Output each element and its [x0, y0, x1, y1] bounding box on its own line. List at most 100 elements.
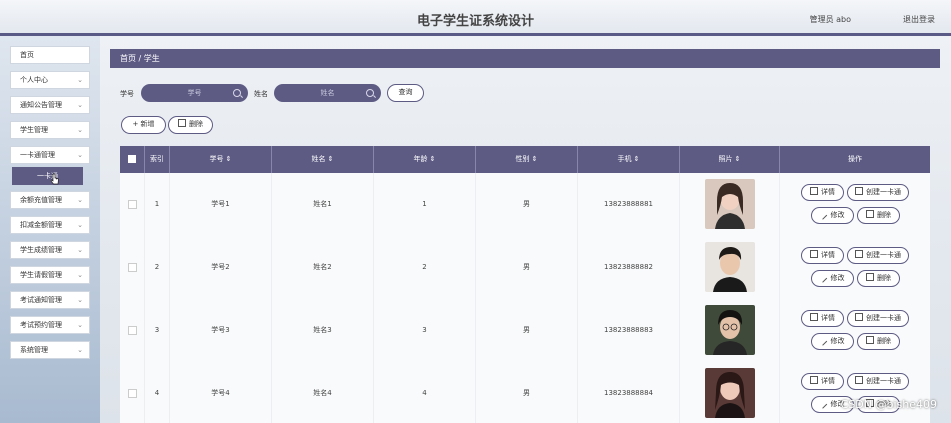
document-icon [810, 313, 818, 321]
pencil-icon [820, 402, 827, 409]
table-header: 索引 学号 ⇕ 姓名 ⇕ 年龄 ⇕ 性别 ⇕ 手机 ⇕ 照片 ⇕ 操作 [120, 146, 930, 173]
document-icon [855, 187, 863, 195]
trash-icon [866, 336, 874, 344]
row-checkbox[interactable] [128, 389, 137, 398]
trash-icon [866, 210, 874, 218]
sidebar-item-system[interactable]: 系统管理 ⌄ [10, 341, 90, 359]
document-icon [855, 376, 863, 384]
row-name: 姓名4 [272, 362, 374, 423]
col-name[interactable]: 姓名 ⇕ [272, 146, 374, 173]
col-photo[interactable]: 照片 ⇕ [680, 146, 780, 173]
student-photo [705, 242, 755, 292]
sidebar-item-recharge[interactable]: 余额充值管理 ⌄ [10, 191, 90, 209]
edit-button[interactable]: 修改 [811, 333, 854, 350]
students-table: 索引 学号 ⇕ 姓名 ⇕ 年龄 ⇕ 性别 ⇕ 手机 ⇕ 照片 ⇕ 操作 1 学号… [120, 146, 930, 423]
detail-button[interactable]: 详情 [801, 310, 844, 327]
chevron-down-icon: ⌄ [77, 101, 83, 109]
student-photo [705, 179, 755, 229]
create-card-button[interactable]: 创建一卡通 [847, 373, 909, 390]
query-button[interactable]: 查询 [387, 84, 424, 102]
row-checkbox[interactable] [128, 326, 137, 335]
logout-link[interactable]: 退出登录 [903, 14, 935, 25]
name-input[interactable]: 姓名 [274, 84, 381, 102]
sidebar-item-notice[interactable]: 通知公告管理 ⌄ [10, 96, 90, 114]
row-gender: 男 [476, 362, 578, 423]
app-title: 电子学生证系统设计 [416, 14, 534, 29]
chevron-down-icon: ⌄ [77, 346, 83, 354]
row-checkbox[interactable] [128, 263, 137, 272]
col-phone[interactable]: 手机 ⇕ [578, 146, 680, 173]
chevron-down-icon: ⌄ [77, 321, 83, 329]
delete-button[interactable]: 删除 [857, 270, 900, 287]
sidebar-item-exam-booking[interactable]: 考试预约管理 ⌄ [10, 316, 90, 334]
sidebar-item-leave[interactable]: 学生请假管理 ⌄ [10, 266, 90, 284]
document-icon [855, 250, 863, 258]
col-student-id[interactable]: 学号 ⇕ [170, 146, 272, 173]
chevron-down-icon: ⌄ [77, 151, 83, 159]
document-icon [810, 187, 818, 195]
row-phone: 13823888883 [578, 299, 680, 362]
table-row: 4 学号4 姓名4 4 男 13823888884 详情 创建一卡通 修改 删除 [120, 362, 930, 423]
trash-icon [178, 119, 186, 127]
name-label: 姓名 [254, 90, 268, 98]
sidebar-item-card[interactable]: 一卡通管理 ⌄ [10, 146, 90, 164]
row-age: 3 [374, 299, 476, 362]
row-student-id: 学号1 [170, 173, 272, 236]
student-id-input[interactable]: 学号 [141, 84, 248, 102]
chevron-down-icon: ⌄ [77, 271, 83, 279]
row-index: 4 [145, 362, 170, 423]
create-card-button[interactable]: 创建一卡通 [847, 247, 909, 264]
detail-button[interactable]: 详情 [801, 184, 844, 201]
col-index: 索引 [145, 146, 170, 173]
table-row: 3 学号3 姓名3 3 男 13823888883 详情 创建一卡通 修改 删除 [120, 299, 930, 363]
chevron-down-icon: ⌄ [77, 196, 83, 204]
document-icon [810, 376, 818, 384]
row-name: 姓名1 [272, 173, 374, 236]
sidebar-item-grades[interactable]: 学生成绩管理 ⌄ [10, 241, 90, 259]
chevron-down-icon: ⌄ [77, 246, 83, 254]
delete-button[interactable]: 删除 [857, 333, 900, 350]
delete-button[interactable]: 删除 [857, 207, 900, 224]
edit-button[interactable]: 修改 [811, 207, 854, 224]
search-icon [366, 89, 374, 97]
sidebar-item-deduct[interactable]: 扣减金额管理 ⌄ [10, 216, 90, 234]
create-card-button[interactable]: 创建一卡通 [847, 184, 909, 201]
student-id-label: 学号 [120, 90, 134, 98]
row-name: 姓名2 [272, 236, 374, 299]
chevron-down-icon: ⌄ [77, 126, 83, 134]
row-age: 1 [374, 173, 476, 236]
col-gender[interactable]: 性别 ⇕ [476, 146, 578, 173]
row-index: 3 [145, 299, 170, 362]
sidebar-item-personal[interactable]: 个人中心 ⌄ [10, 71, 90, 89]
row-gender: 男 [476, 236, 578, 299]
sidebar-item-exam-notice[interactable]: 考试通知管理 ⌄ [10, 291, 90, 309]
watermark: CSDN @bishe409 [840, 398, 937, 411]
detail-button[interactable]: 详情 [801, 373, 844, 390]
row-student-id: 学号3 [170, 299, 272, 362]
col-actions: 操作 [848, 155, 862, 163]
sidebar: 首页 个人中心 ⌄ 通知公告管理 ⌄ 学生管理 ⌄ 一卡通管理 ⌄ 一卡通 余额充值管理… [0, 36, 100, 423]
sidebar-item-students[interactable]: 学生管理 ⌄ [10, 121, 90, 139]
bulk-delete-button[interactable]: 删除 [168, 116, 213, 134]
row-name: 姓名3 [272, 299, 374, 362]
select-all-cell[interactable] [120, 146, 145, 173]
sidebar-item-home[interactable]: 首页 [10, 46, 90, 64]
pencil-icon [820, 339, 827, 346]
add-button[interactable]: + 新增 [121, 116, 166, 134]
row-checkbox[interactable] [128, 200, 137, 209]
admin-user-label: 管理员 abo [809, 15, 851, 24]
row-phone: 13823888884 [578, 362, 680, 423]
edit-button[interactable]: 修改 [811, 270, 854, 287]
breadcrumb: 首页 / 学生 [110, 49, 940, 68]
detail-button[interactable]: 详情 [801, 247, 844, 264]
row-gender: 男 [476, 173, 578, 236]
row-gender: 男 [476, 299, 578, 362]
pointer-cursor-icon [50, 173, 59, 185]
sidebar-subitem-card[interactable]: 一卡通 [12, 167, 83, 185]
student-photo [705, 305, 755, 355]
create-card-button[interactable]: 创建一卡通 [847, 310, 909, 327]
select-all-checkbox[interactable] [128, 155, 136, 163]
row-age: 4 [374, 362, 476, 423]
col-age[interactable]: 年龄 ⇕ [374, 146, 476, 173]
chevron-down-icon: ⌄ [77, 76, 83, 84]
